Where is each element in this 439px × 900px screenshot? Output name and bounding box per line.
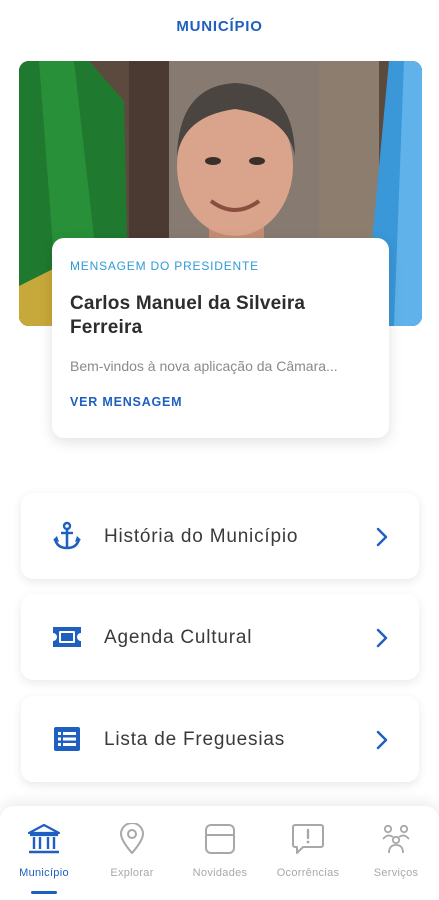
tab-label: Novidades [192, 867, 248, 879]
menu-item-label: História do Município [104, 526, 299, 547]
tab-label: Serviços [373, 867, 419, 879]
ticket-icon [51, 622, 83, 652]
message-excerpt: Bem-vindos à nova aplicação da Câmara... [70, 358, 338, 374]
president-name: Carlos Manuel da Silveira Ferreira [70, 293, 306, 338]
news-icon [202, 821, 238, 857]
tab-novidades[interactable]: Novidades [176, 806, 264, 900]
bottom-navigation: Município Explorar Novidades Ocorrências… [0, 806, 439, 900]
chevron-right-icon [373, 627, 391, 649]
view-message-link[interactable]: VER MENSAGEM [70, 395, 182, 409]
location-pin-icon [114, 821, 150, 857]
menu-item-agenda[interactable]: Agenda Cultural [21, 594, 419, 680]
menu-item-freguesias[interactable]: Lista de Freguesias [21, 696, 419, 782]
tab-ocorrencias[interactable]: Ocorrências [264, 806, 352, 900]
tab-servicos[interactable]: Serviços [352, 806, 439, 900]
alert-chat-icon [290, 821, 326, 857]
people-network-icon [378, 821, 414, 857]
anchor-icon [51, 521, 83, 551]
president-message-card: MENSAGEM DO PRESIDENTE Carlos Manuel da … [52, 238, 389, 438]
menu-item-label: Lista de Freguesias [104, 729, 286, 750]
bank-icon [26, 821, 62, 857]
tab-municipio[interactable]: Município [0, 806, 88, 900]
message-kicker: MENSAGEM DO PRESIDENTE [70, 259, 259, 273]
menu-item-historia[interactable]: História do Município [21, 493, 419, 579]
tab-explorar[interactable]: Explorar [88, 806, 176, 900]
tab-label: Município [19, 867, 69, 879]
chevron-right-icon [373, 526, 391, 548]
page-title: MUNICÍPIO [176, 18, 263, 35]
active-tab-indicator [31, 891, 57, 894]
chevron-right-icon [373, 729, 391, 751]
tab-label: Ocorrências [276, 867, 340, 879]
list-icon [51, 724, 83, 754]
menu-item-label: Agenda Cultural [104, 627, 253, 648]
tab-label: Explorar [110, 867, 154, 879]
